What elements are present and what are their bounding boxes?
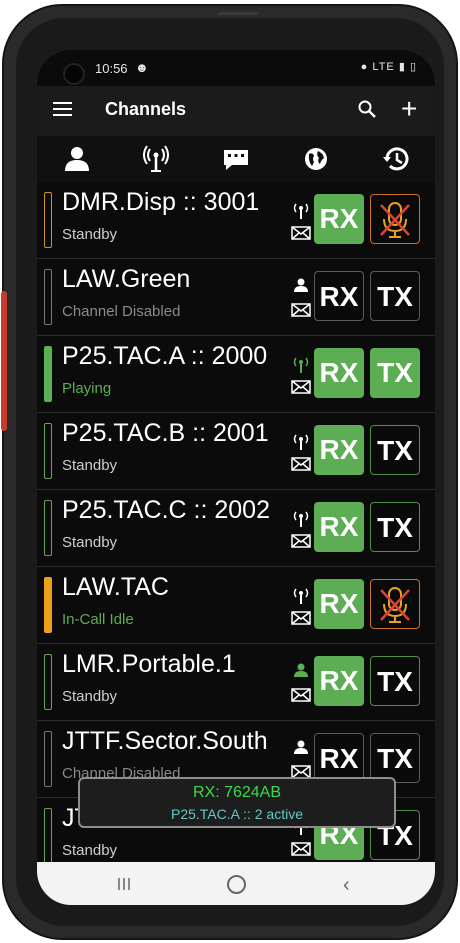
hamburger-menu-icon[interactable] <box>53 102 72 117</box>
channel-name: LMR.Portable.1 <box>62 650 236 678</box>
front-camera <box>63 63 85 85</box>
tab-bar <box>37 136 435 182</box>
signal-icon: ▮ <box>398 61 406 73</box>
people-icon <box>294 663 308 677</box>
rx-button[interactable]: RX <box>314 348 364 398</box>
chat-icon[interactable] <box>221 144 251 174</box>
channel-status: Standby <box>62 457 118 474</box>
tx-button[interactable]: TX <box>370 425 420 475</box>
people-icon <box>294 278 308 292</box>
envelope-icon <box>291 226 311 240</box>
toast-sub-line: P25.TAC.A :: 2 active <box>170 806 304 822</box>
antenna-small-icon <box>293 511 309 527</box>
person-status-icon: ☻ <box>135 60 149 75</box>
system-nav-bar: ‹ <box>37 862 435 905</box>
rx-button[interactable]: RX <box>314 425 364 475</box>
tx-button[interactable]: TX <box>370 502 420 552</box>
antenna-small-icon <box>293 357 309 373</box>
status-time: 10:56 <box>95 61 128 76</box>
add-icon[interactable]: + <box>401 95 417 123</box>
rx-button[interactable]: RX <box>314 656 364 706</box>
channel-status: In-Call Idle <box>62 611 134 628</box>
channel-indicator <box>44 731 52 787</box>
channel-row[interactable]: LAW.TAC In-Call Idle RX <box>37 567 435 644</box>
envelope-icon <box>291 457 311 471</box>
globe-icon[interactable] <box>301 144 331 174</box>
channel-indicator <box>44 423 52 479</box>
channel-row[interactable]: LMR.Portable.1 Standby RX TX <box>37 644 435 721</box>
antenna-small-icon <box>293 434 309 450</box>
radio-antenna-icon[interactable] <box>141 144 171 174</box>
mic-off-icon <box>380 587 410 623</box>
tx-muted-button[interactable] <box>370 194 420 244</box>
rx-button[interactable]: RX <box>314 194 364 244</box>
channel-status: Standby <box>62 534 118 551</box>
channel-indicator <box>44 269 52 325</box>
rx-button[interactable]: RX <box>314 271 364 321</box>
location-icon: ● <box>360 61 369 73</box>
network-label: LTE <box>372 61 395 73</box>
channel-name: LAW.Green <box>62 265 191 293</box>
status-right: ● LTE ▮ ▯ <box>361 60 417 73</box>
channel-indicator <box>44 346 52 402</box>
history-icon[interactable] <box>381 144 411 174</box>
rx-button[interactable]: RX <box>314 502 364 552</box>
channel-row[interactable]: DMR.Disp :: 3001 Standby RX <box>37 182 435 259</box>
screen: 10:56 ☻ ● LTE ▮ ▯ Channels + DMR.Disp::… <box>37 50 435 905</box>
tx-button[interactable]: TX <box>370 348 420 398</box>
channel-indicator <box>44 808 52 864</box>
tx-button[interactable]: TX <box>370 271 420 321</box>
channel-status: Playing <box>62 380 112 397</box>
status-bar: 10:56 ☻ ● LTE ▮ ▯ <box>37 50 435 86</box>
channel-indicator <box>44 192 52 248</box>
channel-name: LAW.TAC <box>62 573 169 601</box>
recent-apps-icon[interactable] <box>117 877 131 891</box>
rx-button[interactable]: RX <box>314 733 364 783</box>
rx-toast: RX: 7624AB P25.TAC.A :: 2 active <box>78 777 396 828</box>
envelope-icon <box>291 303 311 317</box>
channel-status: Channel Disabled <box>62 303 181 320</box>
antenna-small-icon <box>293 588 309 604</box>
mic-off-icon <box>380 202 410 238</box>
speaker-slot <box>218 12 258 15</box>
search-icon[interactable] <box>357 99 377 119</box>
channel-list: DMR.Disp :: 3001 Standby RX LAW.Green Ch… <box>37 182 435 875</box>
channel-name: DMR.Disp :: 3001 <box>62 188 260 216</box>
channel-row[interactable]: P25.TAC.A :: 2000 Playing RX TX <box>37 336 435 413</box>
people-icon <box>294 740 308 754</box>
channel-indicator <box>44 654 52 710</box>
tx-button[interactable]: TX <box>370 656 420 706</box>
side-button <box>1 291 7 431</box>
envelope-icon <box>291 534 311 548</box>
channel-name: JTTF.Sector.South <box>62 727 268 755</box>
back-icon[interactable]: ‹ <box>343 874 350 897</box>
envelope-icon <box>291 380 311 394</box>
envelope-icon <box>291 842 311 856</box>
channel-indicator <box>44 500 52 556</box>
person-icon[interactable] <box>62 144 92 174</box>
channel-name: P25.TAC.A :: 2000 <box>62 342 268 370</box>
channel-name: P25.TAC.C :: 2002 <box>62 496 270 524</box>
app-bar: Channels + <box>37 86 435 136</box>
home-icon[interactable] <box>227 875 246 894</box>
tx-button[interactable]: TX <box>370 733 420 783</box>
envelope-icon <box>291 611 311 625</box>
antenna-small-icon <box>293 203 309 219</box>
rx-button[interactable]: RX <box>314 579 364 629</box>
channel-row[interactable]: LAW.Green Channel Disabled RX TX <box>37 259 435 336</box>
channel-name: P25.TAC.B :: 2001 <box>62 419 269 447</box>
channel-indicator <box>44 577 52 633</box>
channel-status: Standby <box>62 842 118 859</box>
channel-row[interactable]: P25.TAC.B :: 2001 Standby RX TX <box>37 413 435 490</box>
channel-status: Standby <box>62 226 118 243</box>
tx-muted-button[interactable] <box>370 579 420 629</box>
toast-rx-line: RX: 7624AB <box>192 784 282 801</box>
battery-icon: ▯ <box>409 61 417 73</box>
channel-row[interactable]: P25.TAC.C :: 2002 Standby RX TX <box>37 490 435 567</box>
envelope-icon <box>291 688 311 702</box>
channel-status: Standby <box>62 688 118 705</box>
page-title: Channels <box>105 99 187 119</box>
